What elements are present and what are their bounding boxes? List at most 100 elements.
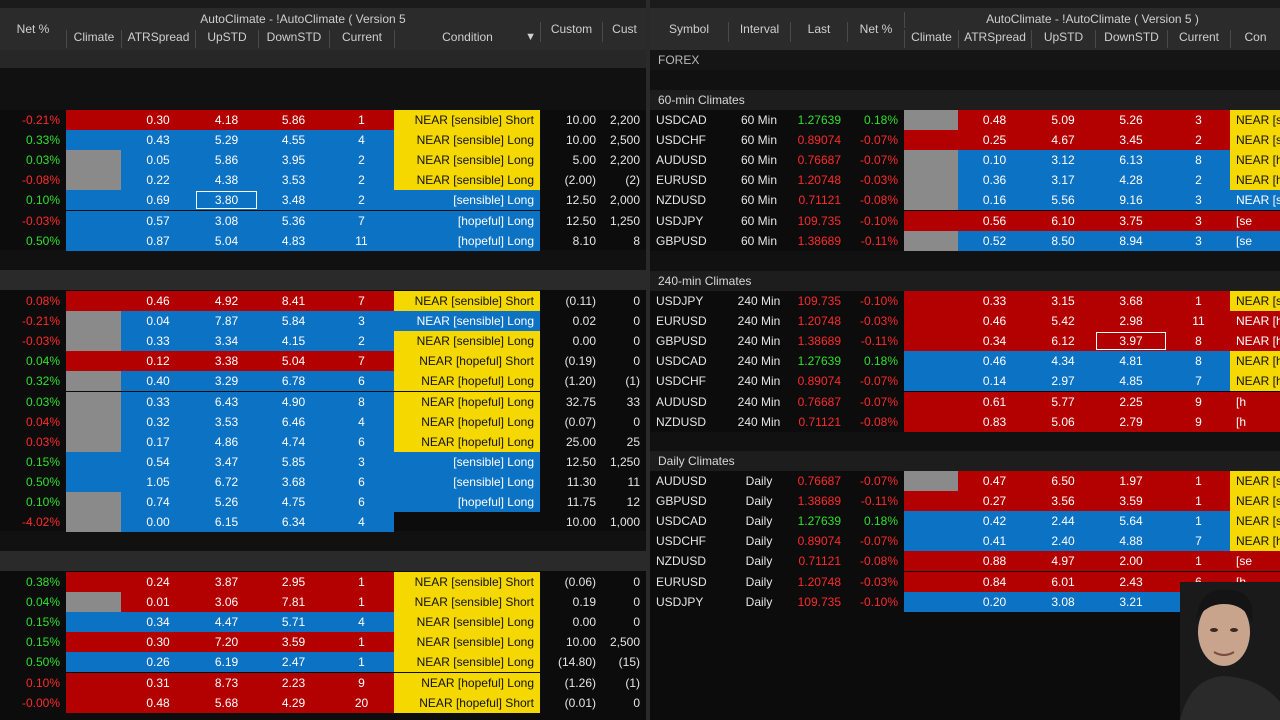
condition-cell[interactable]: [sensible] Long bbox=[394, 190, 540, 211]
net-change-cell[interactable]: 0.15% bbox=[0, 612, 66, 632]
current-cell[interactable]: 7 bbox=[329, 210, 394, 231]
condition-cell[interactable]: NEAR [h bbox=[1230, 371, 1280, 392]
atrspread-cell[interactable]: 0.40 bbox=[121, 371, 195, 392]
upstd-cell[interactable]: 4.67 bbox=[1031, 130, 1095, 151]
downstd-cell[interactable]: 3.59 bbox=[258, 632, 329, 653]
atrspread-cell[interactable]: 0.57 bbox=[121, 210, 195, 231]
current-cell[interactable]: 6 bbox=[329, 492, 394, 512]
atrspread-cell[interactable]: 0.31 bbox=[121, 672, 195, 693]
symbol-cell[interactable]: AUDUSD bbox=[650, 392, 728, 412]
current-cell[interactable]: 20 bbox=[329, 692, 394, 713]
cust-cell[interactable]: 0 bbox=[602, 592, 646, 612]
net-change-cell[interactable]: -0.07% bbox=[847, 130, 904, 150]
table-row[interactable]: -0.21% 0.30 4.18 5.86 1 NEAR [sensible] Short… bbox=[0, 110, 646, 130]
right-col-net-header[interactable]: Net % bbox=[847, 22, 904, 42]
upstd-cell[interactable]: 3.87 bbox=[195, 572, 258, 592]
upstd-cell[interactable]: 6.43 bbox=[195, 391, 258, 412]
cust-cell[interactable]: 2,500 bbox=[602, 632, 646, 652]
condition-cell[interactable]: NEAR [sensible] Short bbox=[394, 110, 540, 130]
cust-cell[interactable]: 8 bbox=[602, 231, 646, 251]
symbol-cell[interactable]: NZDUSD bbox=[650, 190, 728, 210]
current-cell[interactable]: 7 bbox=[329, 291, 394, 311]
climate-cell[interactable] bbox=[904, 411, 958, 432]
condition-cell[interactable]: [se bbox=[1230, 210, 1280, 231]
atrspread-cell[interactable]: 0.46 bbox=[958, 311, 1031, 332]
custom-cell[interactable]: (1.20) bbox=[540, 371, 602, 391]
climate-cell[interactable] bbox=[904, 331, 958, 352]
upstd-cell[interactable]: 4.86 bbox=[195, 431, 258, 452]
condition-cell[interactable]: NEAR [hopeful] Short bbox=[394, 351, 540, 372]
cust-cell[interactable]: 0 bbox=[602, 291, 646, 311]
current-cell[interactable]: 6 bbox=[329, 371, 394, 392]
condition-cell[interactable] bbox=[394, 512, 540, 532]
current-cell[interactable]: 1 bbox=[329, 572, 394, 592]
condition-cell[interactable]: NEAR [h bbox=[1230, 331, 1280, 352]
downstd-cell[interactable]: 5.71 bbox=[258, 612, 329, 633]
upstd-cell[interactable]: 6.15 bbox=[195, 512, 258, 533]
condition-cell[interactable]: NEAR [se bbox=[1230, 491, 1280, 512]
net-change-cell[interactable]: -0.07% bbox=[847, 150, 904, 170]
downstd-cell[interactable]: 1.97 bbox=[1095, 471, 1167, 491]
atrspread-cell[interactable]: 0.61 bbox=[958, 391, 1031, 412]
downstd-cell[interactable]: 4.29 bbox=[258, 692, 329, 713]
current-cell[interactable]: 1 bbox=[1167, 291, 1230, 311]
atrspread-cell[interactable]: 0.48 bbox=[121, 692, 195, 713]
net-change-cell[interactable]: 0.18% bbox=[847, 511, 904, 531]
current-cell[interactable]: 3 bbox=[1167, 190, 1230, 211]
current-cell[interactable]: 3 bbox=[1167, 110, 1230, 130]
climate-cell[interactable] bbox=[66, 110, 121, 130]
table-row[interactable]: -0.03% 0.33 3.34 4.15 2 NEAR [sensible] Long 0… bbox=[0, 331, 646, 352]
cust-cell[interactable]: 2,000 bbox=[602, 190, 646, 210]
cust-cell[interactable]: 2,500 bbox=[602, 130, 646, 150]
climate-cell[interactable] bbox=[904, 190, 958, 211]
atrspread-cell[interactable]: 0.17 bbox=[121, 431, 195, 452]
interval-cell[interactable]: Daily bbox=[728, 592, 790, 612]
downstd-cell[interactable]: 3.97 bbox=[1095, 331, 1167, 352]
net-change-cell[interactable]: 0.38% bbox=[0, 572, 66, 592]
table-row[interactable]: USDCHF 60 Min 0.89074 -0.07% 0.25 4.67 3.45 2 NE… bbox=[650, 130, 1280, 151]
table-row[interactable]: 0.10% 0.69 3.80 3.48 2 [sensible] Long 12.50 2,… bbox=[0, 190, 646, 211]
climate-cell[interactable] bbox=[66, 150, 121, 171]
symbol-cell[interactable]: USDCAD bbox=[650, 511, 728, 531]
climate-cell[interactable] bbox=[66, 190, 121, 211]
table-row[interactable]: 0.32% 0.40 3.29 6.78 6 NEAR [hopeful] Long (1.… bbox=[0, 371, 646, 392]
condition-cell[interactable]: NEAR [h bbox=[1230, 351, 1280, 372]
interval-cell[interactable]: 60 Min bbox=[728, 211, 790, 231]
interval-cell[interactable]: 240 Min bbox=[728, 412, 790, 432]
atrspread-cell[interactable]: 0.46 bbox=[121, 291, 195, 311]
climate-cell[interactable] bbox=[904, 491, 958, 512]
symbol-cell[interactable]: USDJPY bbox=[650, 291, 728, 311]
upstd-cell[interactable]: 5.09 bbox=[1031, 110, 1095, 130]
condition-cell[interactable]: NEAR [ho bbox=[1230, 150, 1280, 171]
current-cell[interactable]: 2 bbox=[329, 170, 394, 191]
climate-cell[interactable] bbox=[66, 391, 121, 412]
upstd-cell[interactable]: 5.56 bbox=[1031, 190, 1095, 211]
left-spacer-row[interactable] bbox=[0, 250, 646, 270]
net-change-cell[interactable]: 0.15% bbox=[0, 632, 66, 652]
downstd-cell[interactable]: 2.23 bbox=[258, 672, 329, 693]
current-cell[interactable]: 4 bbox=[329, 130, 394, 151]
interval-cell[interactable]: Daily bbox=[728, 531, 790, 551]
climate-cell[interactable] bbox=[904, 311, 958, 332]
interval-cell[interactable]: 240 Min bbox=[728, 331, 790, 351]
table-row[interactable]: -0.08% 0.22 4.38 3.53 2 NEAR [sensible] Long(… bbox=[0, 170, 646, 191]
atrspread-cell[interactable]: 0.22 bbox=[121, 170, 195, 191]
cust-cell[interactable]: (15) bbox=[602, 652, 646, 672]
left-col-upstd-header[interactable]: UpSTD bbox=[195, 30, 258, 48]
last-price-cell[interactable]: 0.76687 bbox=[790, 392, 847, 412]
atrspread-cell[interactable]: 0.04 bbox=[121, 311, 195, 332]
symbol-cell[interactable]: USDCHF bbox=[650, 371, 728, 391]
current-cell[interactable]: 3 bbox=[329, 451, 394, 472]
downstd-cell[interactable]: 4.28 bbox=[1095, 170, 1167, 191]
symbol-cell[interactable]: EURUSD bbox=[650, 311, 728, 331]
current-cell[interactable]: 11 bbox=[1167, 311, 1230, 332]
table-row[interactable]: 0.08% 0.46 4.92 8.41 7 NEAR [sensible] Short(… bbox=[0, 291, 646, 311]
net-change-cell[interactable]: -0.08% bbox=[847, 412, 904, 432]
downstd-cell[interactable]: 5.36 bbox=[258, 210, 329, 231]
condition-cell[interactable]: [hopeful] Long bbox=[394, 210, 540, 231]
condition-cell[interactable]: [hopeful] Long bbox=[394, 492, 540, 512]
cust-cell[interactable]: 0 bbox=[602, 311, 646, 331]
atrspread-cell[interactable]: 0.05 bbox=[121, 150, 195, 171]
custom-cell[interactable]: (14.80) bbox=[540, 652, 602, 672]
custom-cell[interactable]: 10.00 bbox=[540, 130, 602, 150]
